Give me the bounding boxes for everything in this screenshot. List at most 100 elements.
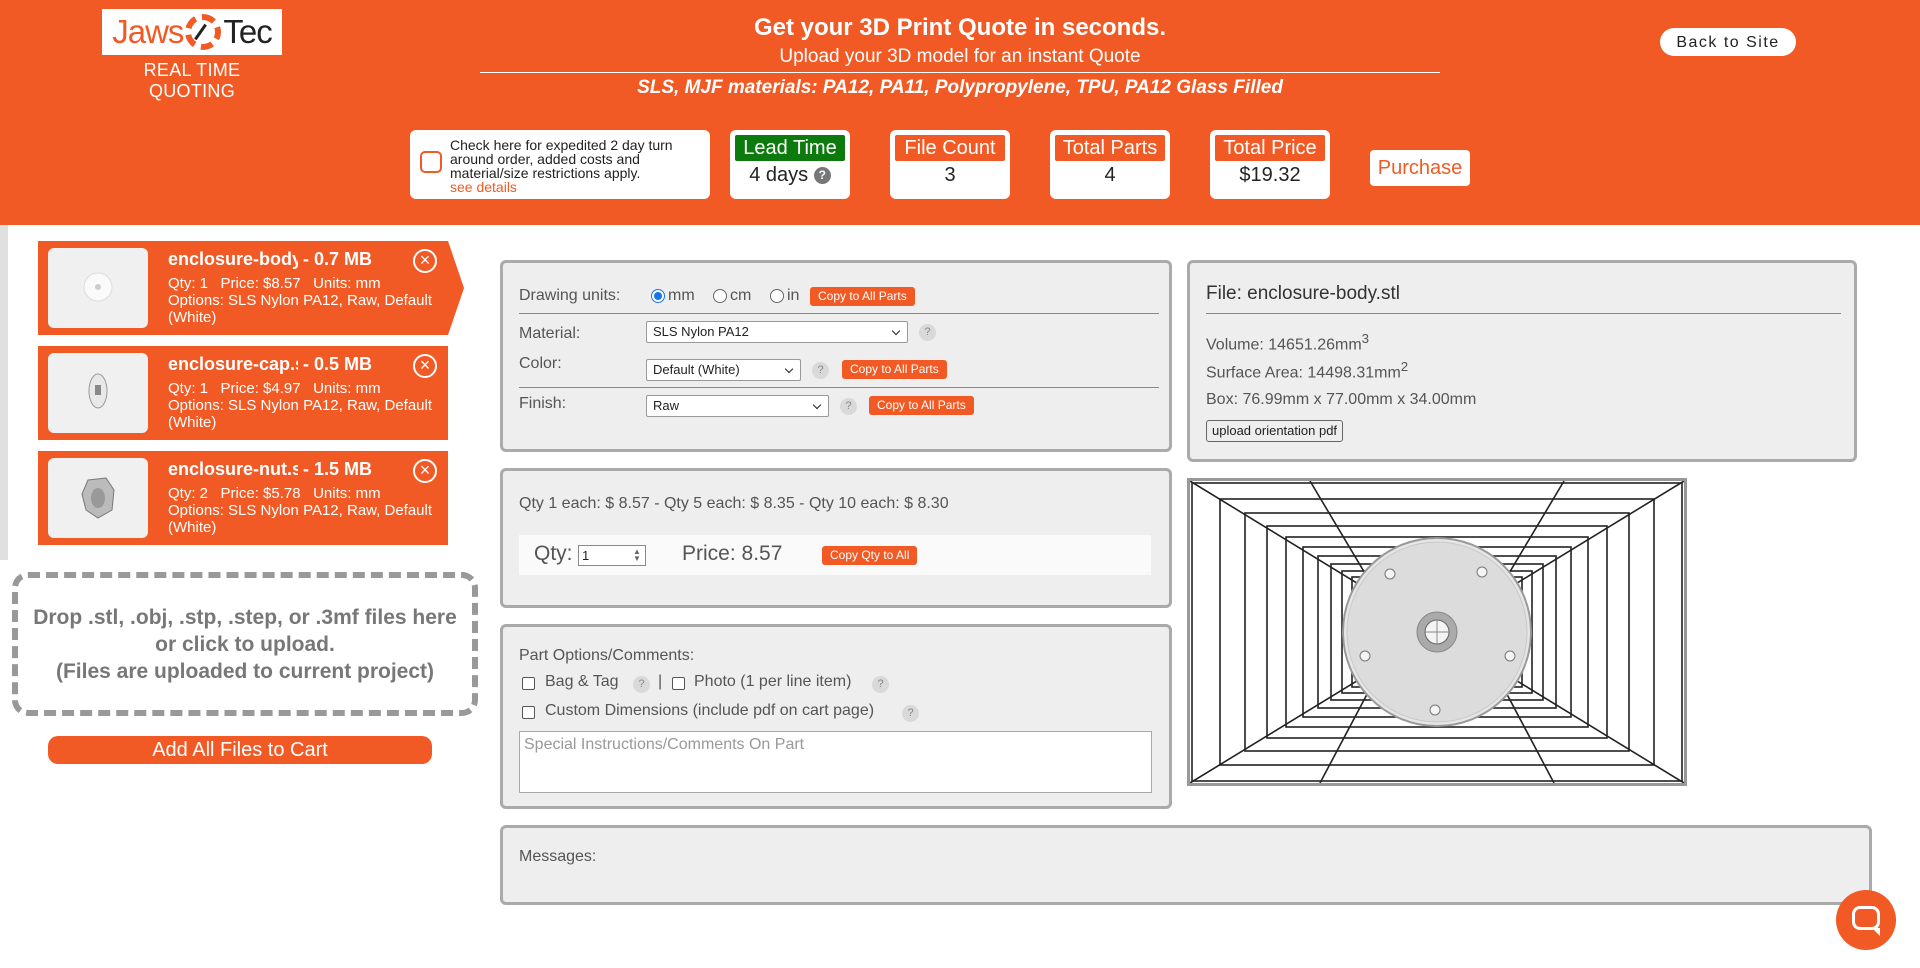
3d-model-viewer[interactable] bbox=[1187, 478, 1687, 786]
file-name: enclosure-nut.stl bbox=[168, 459, 298, 479]
remove-file-close-icon[interactable]: × bbox=[413, 249, 437, 273]
chat-widget-button[interactable] bbox=[1836, 890, 1896, 950]
upload-orientation-pdf-button[interactable]: upload orientation pdf bbox=[1206, 420, 1344, 442]
expedite-text: Check here for expedited 2 day turn arou… bbox=[450, 137, 673, 181]
remove-file-close-icon[interactable]: × bbox=[413, 354, 437, 378]
expedite-checkbox[interactable] bbox=[420, 151, 442, 173]
logo-text-right: Tec bbox=[223, 13, 272, 50]
tagline: REAL TIME QUOTING bbox=[143, 60, 241, 101]
dropzone-text: Drop .stl, .obj, .stp, .step, or .3mf fi… bbox=[28, 604, 462, 685]
file-units: Units: mm bbox=[313, 485, 381, 502]
file-count-value: 3 bbox=[944, 164, 956, 186]
material-label: Material: bbox=[519, 325, 581, 342]
bag-tag-checkbox[interactable] bbox=[522, 677, 535, 690]
gear-icon bbox=[185, 14, 222, 50]
file-price: Price: $8.57 bbox=[220, 275, 301, 292]
logo-text-left: Jaws bbox=[112, 13, 184, 50]
option-separator: | bbox=[658, 673, 663, 690]
file-units: Units: mm bbox=[313, 275, 381, 292]
unit-cm-radio[interactable] bbox=[713, 289, 727, 303]
finish-select[interactable]: Raw bbox=[646, 395, 829, 417]
lead-time-label: Lead Time bbox=[735, 135, 845, 161]
file-qty: Qty: 1 bbox=[168, 275, 209, 292]
photo-help-icon[interactable]: ? bbox=[872, 676, 889, 693]
total-parts-label: Total Parts bbox=[1055, 135, 1165, 161]
file-item-enclosure-body[interactable]: enclosure-body.stl - 0.7 MB Qty: 1 Price… bbox=[38, 241, 464, 335]
remove-file-close-icon[interactable]: × bbox=[413, 459, 437, 483]
surface-unit-power: 2 bbox=[1400, 359, 1409, 374]
photo-checkbox[interactable] bbox=[672, 677, 685, 690]
color-select[interactable]: Default (White) bbox=[646, 359, 801, 381]
total-parts-value: 4 bbox=[1104, 164, 1116, 186]
copy-finish-to-all-button[interactable]: Copy to All Parts bbox=[869, 396, 974, 415]
finish-help-icon[interactable]: ? bbox=[840, 398, 857, 415]
total-price-label: Total Price bbox=[1215, 135, 1325, 161]
file-size: - 1.5 MB bbox=[303, 459, 373, 479]
jawstec-logo[interactable]: Jaws Tec bbox=[102, 9, 282, 55]
divider bbox=[519, 313, 1159, 314]
back-to-site-button[interactable]: Back to Site bbox=[1660, 28, 1796, 56]
custom-dimensions-label: Custom Dimensions (include pdf on cart p… bbox=[545, 702, 875, 719]
material-select[interactable]: SLS Nylon PA12 bbox=[646, 321, 908, 343]
bounding-box-readout: Box: 76.99mm x 77.00mm x 34.00mm bbox=[1206, 391, 1477, 408]
file-size: - 0.5 MB bbox=[303, 354, 373, 374]
header-divider bbox=[480, 72, 1440, 73]
divider bbox=[519, 387, 1159, 388]
custom-dimensions-help-icon[interactable]: ? bbox=[902, 705, 919, 722]
file-count-label: File Count bbox=[895, 135, 1005, 161]
total-parts-box: Total Parts 4 bbox=[1050, 130, 1170, 199]
qty-row: Qty: 1 ▲ ▼ Price: 8.57 Copy Qty to All bbox=[519, 535, 1151, 575]
color-help-icon[interactable]: ? bbox=[812, 362, 829, 379]
chat-bubble-icon bbox=[1852, 906, 1880, 936]
total-price-value: $19.32 bbox=[1239, 164, 1301, 186]
qty-spinner[interactable]: ▲ ▼ bbox=[631, 548, 643, 563]
lead-time-value-row: 4 days ? bbox=[730, 164, 850, 187]
divider bbox=[1206, 313, 1841, 314]
qty-label: Qty: bbox=[534, 542, 573, 565]
qty-input[interactable]: 1 ▲ ▼ bbox=[578, 545, 646, 566]
purchase-button[interactable]: Purchase bbox=[1370, 150, 1470, 186]
file-info: Qty: 1 Price: $4.97 Units: mm Options: S… bbox=[168, 380, 438, 431]
part-options-title: Part Options/Comments: bbox=[519, 647, 695, 664]
photo-label: Photo (1 per line item) bbox=[694, 673, 852, 690]
file-thumbnail bbox=[48, 458, 148, 538]
file-item-enclosure-nut[interactable]: enclosure-nut.stl - 1.5 MB Qty: 2 Price:… bbox=[38, 451, 448, 545]
file-name: enclosure-cap.stl bbox=[168, 354, 298, 374]
file-size: - 0.7 MB bbox=[303, 249, 373, 269]
file-info: Qty: 2 Price: $5.78 Units: mm Options: S… bbox=[168, 485, 438, 536]
lead-time-value: 4 days bbox=[749, 164, 809, 186]
surface-area-readout: Surface Area: 14498.31mm2 bbox=[1206, 359, 1408, 382]
special-instructions-textarea[interactable]: Special Instructions/Comments On Part bbox=[519, 731, 1152, 793]
see-details-link[interactable]: see details bbox=[450, 180, 700, 194]
bag-tag-help-icon[interactable]: ? bbox=[633, 676, 650, 693]
file-count-box: File Count 3 bbox=[890, 130, 1010, 199]
page-headline: Get your 3D Print Quote in seconds. bbox=[753, 14, 1167, 41]
part-settings-panel: Drawing units: mm cm in Copy to All Part… bbox=[500, 260, 1172, 452]
file-list-scrollbar[interactable] bbox=[0, 225, 8, 560]
file-qty: Qty: 2 bbox=[168, 485, 209, 502]
file-name-row: enclosure-cap.stl - 0.5 MB bbox=[168, 354, 372, 375]
pricing-panel: Qty 1 each: $ 8.57 - Qty 5 each: $ 8.35 … bbox=[500, 468, 1172, 608]
file-price: Price: $4.97 bbox=[220, 380, 301, 397]
part-options-panel: Part Options/Comments: Bag & Tag ? | Pho… bbox=[500, 624, 1172, 809]
custom-dimensions-checkbox[interactable] bbox=[522, 706, 535, 719]
messages-panel: Messages: bbox=[500, 825, 1872, 905]
file-options: Options: SLS Nylon PA12, Raw, Default (W… bbox=[168, 292, 433, 326]
file-item-enclosure-cap[interactable]: enclosure-cap.stl - 0.5 MB Qty: 1 Price:… bbox=[38, 346, 448, 440]
dropzone-line-1: Drop .stl, .obj, .stp, .step, or .3mf fi… bbox=[33, 605, 457, 656]
file-options: Options: SLS Nylon PA12, Raw, Default (W… bbox=[168, 397, 433, 431]
copy-qty-to-all-button[interactable]: Copy Qty to All bbox=[822, 546, 918, 565]
page-subline: Upload your 3D model for an instant Quot… bbox=[779, 46, 1141, 67]
copy-units-to-all-button[interactable]: Copy to All Parts bbox=[810, 287, 915, 306]
bag-tag-label: Bag & Tag bbox=[545, 673, 619, 690]
file-upload-dropzone[interactable]: Drop .stl, .obj, .stp, .step, or .3mf fi… bbox=[12, 572, 478, 716]
unit-in-radio[interactable] bbox=[770, 289, 784, 303]
unit-mm-radio[interactable] bbox=[651, 289, 665, 303]
lead-time-box: Lead Time 4 days ? bbox=[730, 130, 850, 199]
copy-color-to-all-button[interactable]: Copy to All Parts bbox=[842, 360, 947, 379]
material-help-icon[interactable]: ? bbox=[919, 324, 936, 341]
viewer-canvas[interactable] bbox=[1189, 480, 1685, 784]
add-all-files-to-cart-button[interactable]: Add All Files to Cart bbox=[48, 736, 432, 764]
qty-value: 1 bbox=[582, 548, 590, 563]
help-icon[interactable]: ? bbox=[813, 167, 831, 185]
